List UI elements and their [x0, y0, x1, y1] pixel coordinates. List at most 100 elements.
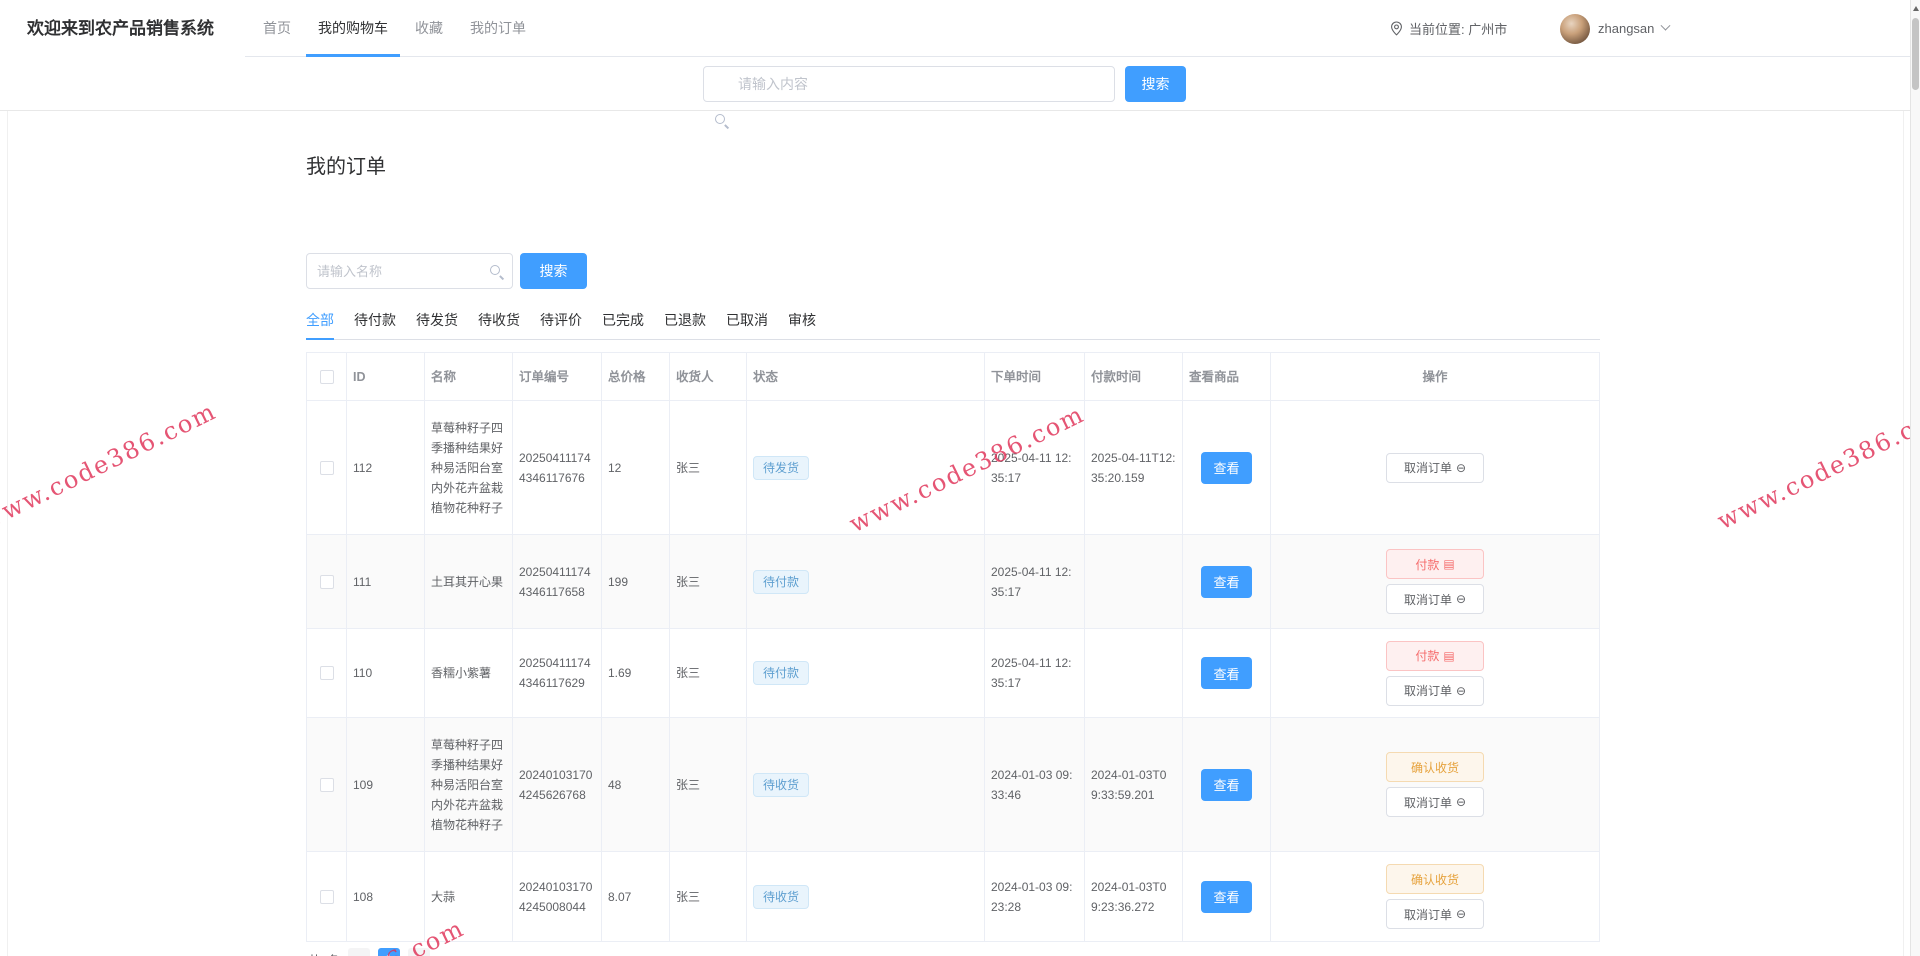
status-tabs: 全部 待付款 待发货 待收货 待评价 已完成 已退款 已取消 审核 — [306, 302, 1600, 340]
global-search-input[interactable] — [703, 66, 1115, 102]
cancel-order-label: 取消订单 — [1404, 682, 1452, 699]
nav-item-favorites[interactable]: 收藏 — [403, 0, 455, 57]
cell-id: 111 — [347, 535, 425, 628]
table-row: 112 草莓种籽子四季播种结果好种易活阳台室内外花卉盆栽植物花种籽子 20250… — [307, 401, 1599, 535]
pagination-total: 共5条 — [308, 950, 340, 956]
orders-page: 我的订单 搜索 全部 待付款 待发货 待收货 待评价 已完成 已退款 已取消 审… — [306, 111, 1600, 956]
status-badge: 待付款 — [753, 661, 809, 685]
tab-audit[interactable]: 审核 — [788, 302, 816, 339]
view-product-button[interactable]: 查看 — [1201, 881, 1252, 913]
tab-completed[interactable]: 已完成 — [602, 302, 644, 339]
col-header-order-time: 下单时间 — [985, 353, 1085, 400]
tab-cancelled[interactable]: 已取消 — [726, 302, 768, 339]
cancel-order-button[interactable]: 取消订单 ⊖ — [1386, 584, 1484, 614]
view-product-button[interactable]: 查看 — [1201, 566, 1252, 598]
cancel-order-button[interactable]: 取消订单 ⊖ — [1386, 676, 1484, 706]
cell-order-no: 202504111744346117676 — [513, 401, 602, 534]
row-checkbox[interactable] — [320, 890, 334, 904]
pay-button[interactable]: 付款 ▤ — [1386, 641, 1484, 671]
confirm-receipt-button[interactable]: 确认收货 — [1386, 864, 1484, 894]
topbar: 欢迎来到农产品销售系统 首页 我的购物车 收藏 我的订单 当前位置: 广州市 z… — [0, 0, 1920, 57]
tab-pending-review[interactable]: 待评价 — [540, 302, 582, 339]
status-badge: 待付款 — [753, 570, 809, 594]
site-title: 欢迎来到农产品销售系统 — [27, 0, 214, 57]
cell-pay-time: 2025-04-11T12:35:20.159 — [1085, 401, 1183, 534]
view-product-button[interactable]: 查看 — [1201, 769, 1252, 801]
status-badge: 待收货 — [753, 885, 809, 909]
view-product-button[interactable]: 查看 — [1201, 452, 1252, 484]
row-checkbox[interactable] — [320, 461, 334, 475]
scrollbar-up-arrow[interactable] — [1911, 3, 1920, 15]
table-header-row: ID 名称 订单编号 总价格 收货人 状态 下单时间 付款时间 查看商品 操作 — [307, 353, 1599, 401]
order-search-box — [306, 253, 513, 289]
pagination-next-button[interactable]: › — [408, 948, 430, 956]
cancel-order-button[interactable]: 取消订单 ⊖ — [1386, 787, 1484, 817]
pay-button[interactable]: 付款 ▤ — [1386, 549, 1484, 579]
order-search-button[interactable]: 搜索 — [520, 253, 587, 289]
cancel-order-button[interactable]: 取消订单 ⊖ — [1386, 453, 1484, 483]
current-location: 当前位置: 广州市 — [1390, 0, 1507, 57]
scrollbar — [1910, 0, 1920, 956]
cell-pay-time — [1085, 629, 1183, 717]
confirm-receipt-label: 确认收货 — [1411, 759, 1459, 776]
cell-price: 12 — [602, 401, 670, 534]
row-checkbox[interactable] — [320, 666, 334, 680]
location-text: 当前位置: 广州市 — [1409, 19, 1507, 38]
tab-pending-receipt[interactable]: 待收货 — [478, 302, 520, 339]
cell-receiver: 张三 — [670, 401, 747, 534]
view-product-button[interactable]: 查看 — [1201, 657, 1252, 689]
scrollbar-thumb[interactable] — [1912, 18, 1919, 90]
orders-table: ID 名称 订单编号 总价格 收货人 状态 下单时间 付款时间 查看商品 操作 … — [306, 352, 1600, 942]
nav-item-cart[interactable]: 我的购物车 — [306, 0, 400, 57]
order-search-input[interactable] — [306, 253, 513, 289]
cancel-order-label: 取消订单 — [1404, 794, 1452, 811]
pagination-page-1[interactable]: 1 — [378, 948, 400, 956]
watermark: www.code386.com — [0, 397, 221, 535]
tab-all[interactable]: 全部 — [306, 302, 334, 339]
cell-price: 1.69 — [602, 629, 670, 717]
user-menu[interactable]: zhangsan — [1560, 0, 1669, 57]
search-icon — [489, 264, 503, 278]
table-row: 109 草莓种籽子四季播种结果好种易活阳台室内外花卉盆栽植物花种籽子 20240… — [307, 718, 1599, 852]
top-nav: 首页 我的购物车 收藏 我的订单 — [251, 0, 541, 57]
tab-pending-payment[interactable]: 待付款 — [354, 302, 396, 339]
pay-label: 付款 — [1415, 647, 1439, 664]
right-edge-divider — [1903, 57, 1904, 956]
row-checkbox[interactable] — [320, 778, 334, 792]
col-header-pay-time: 付款时间 — [1085, 353, 1183, 400]
col-header-receiver: 收货人 — [670, 353, 747, 400]
cell-id: 109 — [347, 718, 425, 851]
col-header-ops: 操作 — [1271, 353, 1599, 400]
bank-card-icon: ▤ — [1443, 650, 1454, 662]
confirm-receipt-label: 确认收货 — [1411, 871, 1459, 888]
pagination: 共5条 ‹ 1 › — [308, 948, 430, 956]
cell-receiver: 张三 — [670, 535, 747, 628]
cell-receiver: 张三 — [670, 852, 747, 941]
cell-order-time: 2024-01-03 09:23:28 — [985, 852, 1085, 941]
cancel-order-button[interactable]: 取消订单 ⊖ — [1386, 899, 1484, 929]
cell-receiver: 张三 — [670, 718, 747, 851]
nav-item-home[interactable]: 首页 — [251, 0, 303, 57]
table-row: 110 香糯小紫薯 202504111744346117629 1.69 张三 … — [307, 629, 1599, 718]
cell-id: 108 — [347, 852, 425, 941]
pagination-prev-button[interactable]: ‹ — [348, 948, 370, 956]
col-header-id: ID — [347, 353, 425, 400]
global-search-bar: 搜索 — [0, 57, 1920, 111]
cell-order-no: 202504111744346117629 — [513, 629, 602, 717]
cell-pay-time: 2024-01-03T09:33:59.201 — [1085, 718, 1183, 851]
avatar — [1560, 14, 1590, 44]
tab-refunded[interactable]: 已退款 — [664, 302, 706, 339]
confirm-receipt-button[interactable]: 确认收货 — [1386, 752, 1484, 782]
global-search-button[interactable]: 搜索 — [1125, 66, 1186, 102]
tab-pending-shipment[interactable]: 待发货 — [416, 302, 458, 339]
row-checkbox[interactable] — [320, 575, 334, 589]
col-header-name: 名称 — [425, 353, 513, 400]
cell-name: 草莓种籽子四季播种结果好种易活阳台室内外花卉盆栽植物花种籽子 — [425, 718, 513, 851]
status-badge: 待发货 — [753, 456, 809, 480]
cell-id: 110 — [347, 629, 425, 717]
col-header-status: 状态 — [747, 353, 985, 400]
select-all-checkbox[interactable] — [320, 370, 334, 384]
table-row: 108 大蒜 202401031704245008044 8.07 张三 待收货… — [307, 852, 1599, 941]
col-header-view: 查看商品 — [1183, 353, 1271, 400]
nav-item-orders[interactable]: 我的订单 — [458, 0, 538, 57]
